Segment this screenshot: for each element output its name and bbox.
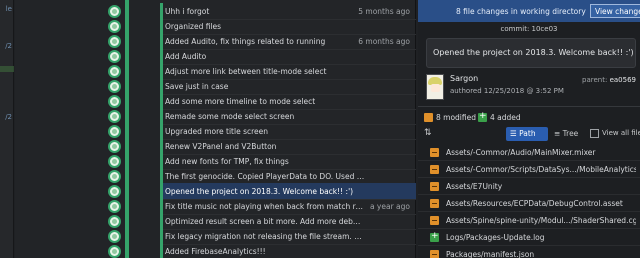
file-view-bar: ⇅ ☰ Path ≡ Tree View all files [424,127,640,141]
modified-icon [424,113,433,122]
commit-message: Remade some mode select screen [165,112,295,121]
commit-node[interactable] [108,35,121,48]
modified-file-icon [430,216,439,225]
author-section: Sargon authored 12/25/2018 @ 3:52 PM par… [426,74,636,102]
added-file-icon [430,231,439,242]
commit-message: Add Audito [165,52,207,61]
commit-node[interactable] [108,230,121,243]
commit-node[interactable] [108,95,121,108]
commit-list[interactable]: Uhh i forgot 5 months ago Organized files A… [160,0,416,258]
file-row[interactable]: Assets/-Commor/Audio/MainMixer.mixer [418,144,640,161]
gutter-marker [0,66,14,72]
sort-icon[interactable]: ⇅ [424,128,436,140]
commit-message: Uhh i forgot [165,7,210,16]
commit-node[interactable] [108,50,121,63]
commit-message: Added FirebaseAnalytics!!! [165,247,266,256]
commit-message: Adjust more link between title-mode sele… [165,67,327,76]
file-path: Assets/Spine/spine-unity/Modul.../Shader… [446,216,636,225]
modified-file-icon [430,199,439,208]
commit-node[interactable] [108,125,121,138]
modified-file-icon [430,250,439,258]
commit-message: Fix title music not playing when back fr… [165,202,365,211]
avatar [426,74,444,100]
file-path: Packages/manifest.json [446,250,535,258]
commit-age: a year ago [369,202,410,211]
commit-node[interactable] [108,20,121,33]
commit-node[interactable] [108,170,121,183]
divider [418,106,640,107]
modified-file-icon [430,165,439,174]
file-path: Logs/Packages-Update.log [446,233,545,242]
modified-file-icon [430,148,439,157]
commit-message: Optimized result screen a bit more. Add … [165,217,365,226]
modified-file-icon [430,182,439,191]
file-path: Assets/-Commor/Audio/MainMixer.mixer [446,148,596,157]
file-row[interactable]: Assets/-Commor/Scripts/DataSys.../Mobile… [418,161,640,178]
commit-message: Renew V2Panel and V2Button [165,142,277,151]
commit-node[interactable] [108,185,121,198]
file-list[interactable]: Assets/-Commor/Audio/MainMixer.mixer Asse… [418,144,640,258]
commit-message: Organized files [165,22,222,31]
commit-message: Save just in case [165,82,229,91]
commit-row[interactable]: Added FirebaseAnalytics!!! [160,243,416,258]
file-row[interactable]: Packages/manifest.json [418,246,640,258]
commit-message: Added Audito, fix things related to runn… [165,37,326,46]
authored-date: authored 12/25/2018 @ 3:52 PM [450,87,564,95]
commit-node[interactable] [108,155,121,168]
commit-node[interactable] [108,110,121,123]
added-icon [478,111,487,122]
view-all-files-label: View all files [602,129,640,137]
branch-lane [125,0,129,258]
commit-node[interactable] [108,140,121,153]
commit-detail-panel: 8 file changes in working directory View… [418,0,640,258]
wip-text: 8 file changes in working directory [456,7,586,16]
commit-message-box[interactable]: Opened the project on 2018.3. Welcome ba… [426,38,636,68]
file-row[interactable]: Assets/E7Unity [418,178,640,195]
file-row[interactable]: Logs/Packages-Update.log [418,229,640,246]
commit-age: 5 months ago [358,7,410,16]
wip-banner: 8 file changes in working directory View… [418,0,640,22]
commit-message: Upgraded more title screen [165,127,269,136]
commit-node[interactable] [108,215,121,228]
commit-node[interactable] [108,5,121,18]
modified-count: 8 modified [436,113,476,122]
gutter-label: /2 [5,113,12,121]
commit-graph [15,0,160,258]
commit-node[interactable] [108,245,121,258]
tab-path[interactable]: ☰ Path [506,127,548,141]
view-all-files-checkbox[interactable] [590,129,599,138]
commit-message: The first genocide. Copied PlayerData to… [165,172,365,181]
commit-node[interactable] [108,65,121,78]
commit-message: Opened the project on 2018.3. Welcome ba… [165,187,354,196]
gutter-label: le [5,5,12,13]
commit-message: Fix legacy migration not releasing the f… [165,232,365,241]
parent-commit-id[interactable]: ea0569 [610,76,636,84]
lane-stripe [160,243,163,258]
parent-label: parent: ea0569 [582,76,636,84]
file-row[interactable]: Assets/Spine/spine-unity/Modul.../Shader… [418,212,640,229]
commit-node[interactable] [108,200,121,213]
commit-age: 6 months ago [358,37,410,46]
file-path: Assets/Resources/ECPData/DebugControl.as… [446,199,623,208]
tab-tree[interactable]: ≡ Tree [550,127,586,141]
gutter-label: /2 [5,42,12,50]
commit-message: Add some more timeline to mode select [165,97,316,106]
change-stats: 8 modified 4 added [424,111,634,124]
file-path: Assets/-Commor/Scripts/DataSys.../Mobile… [446,165,636,174]
commit-id[interactable]: commit: 10ce03 [418,22,640,36]
commit-message: Opened the project on 2018.3. Welcome ba… [433,48,634,57]
added-count: 4 added [490,113,521,122]
commit-message: Add new fonts for TMP, fix things [165,157,289,166]
left-gutter: le /2 /2 [0,0,14,258]
file-path: Assets/E7Unity [446,182,503,191]
commit-node[interactable] [108,80,121,93]
view-changes-button[interactable]: View changes [590,4,640,18]
author-name: Sargon [450,74,479,83]
file-row[interactable]: Assets/Resources/ECPData/DebugControl.as… [418,195,640,212]
